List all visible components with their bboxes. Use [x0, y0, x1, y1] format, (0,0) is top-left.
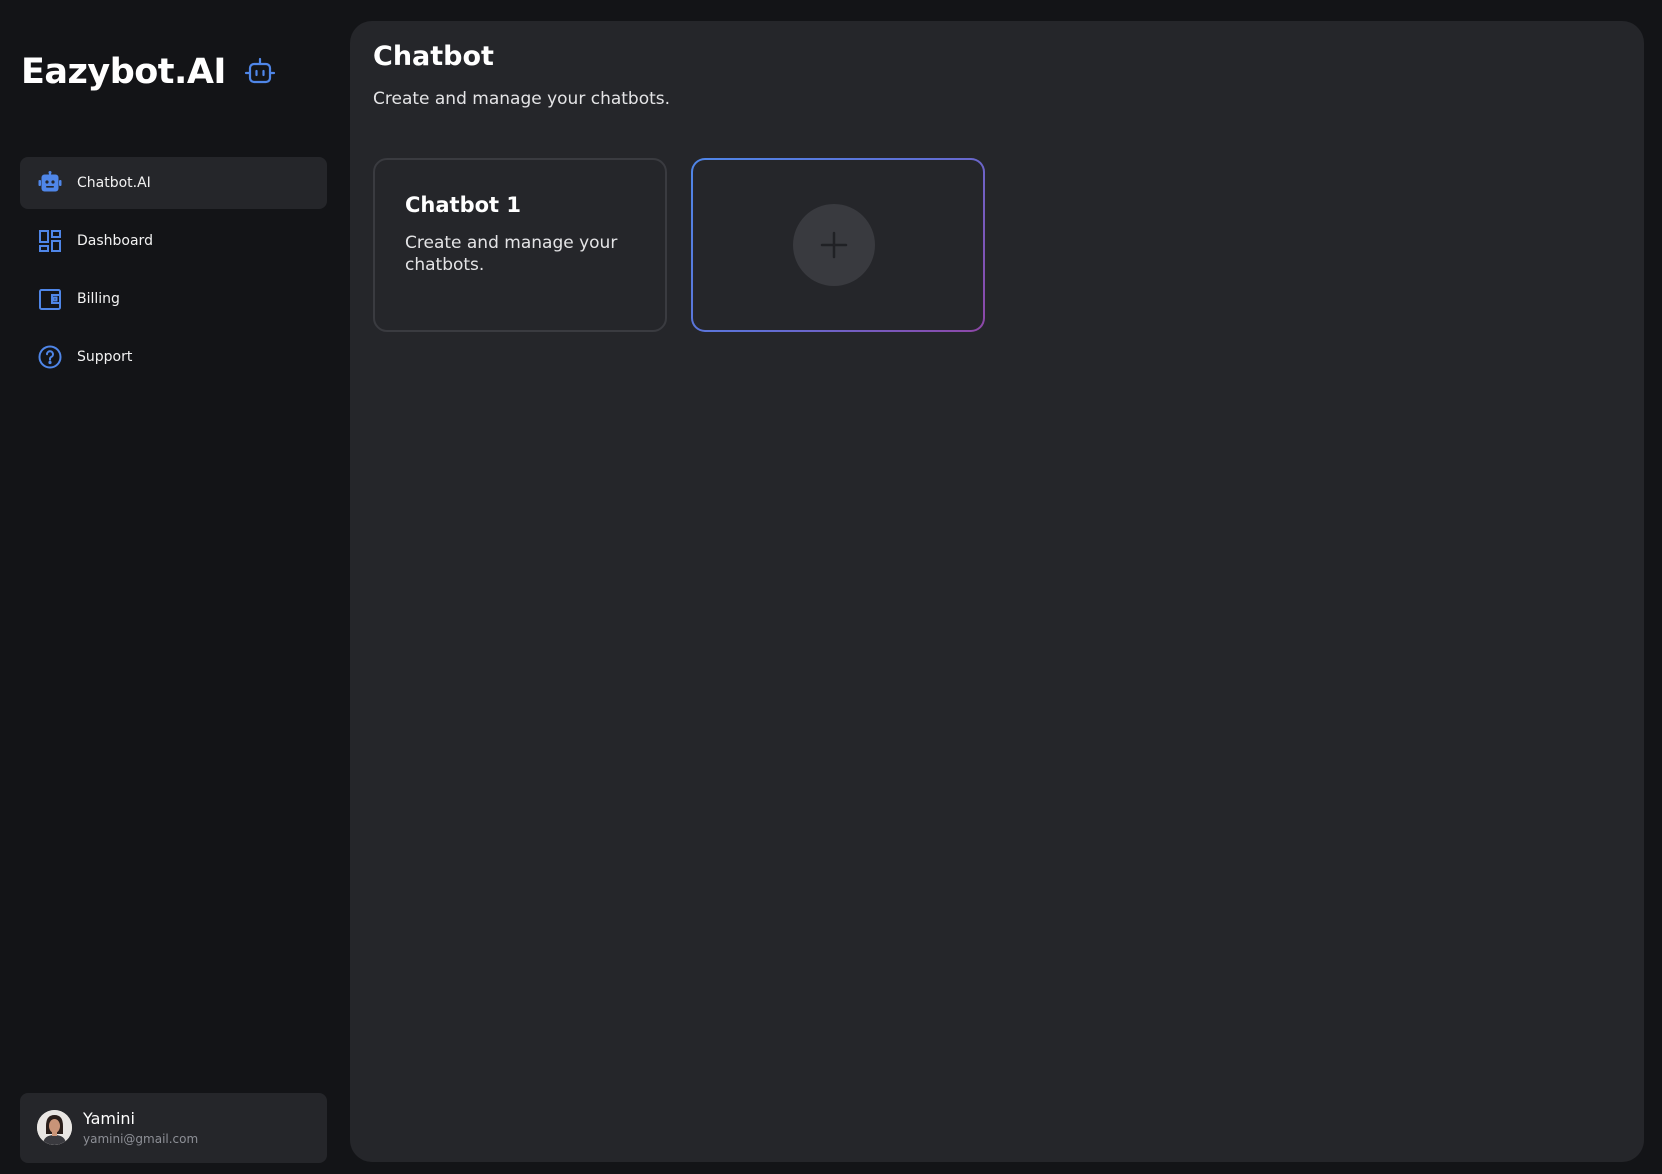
add-chatbot-card-body: [693, 160, 983, 330]
chatbot-card-title: Chatbot 1: [405, 193, 521, 217]
avatar: [37, 1110, 72, 1145]
brand[interactable]: Eazybot.AI: [21, 48, 276, 96]
user-profile-card[interactable]: Yamini yamini@gmail.com: [20, 1093, 327, 1163]
user-email: yamini@gmail.com: [83, 1132, 199, 1146]
page-title: Chatbot: [373, 41, 494, 72]
add-chatbot-card[interactable]: [691, 158, 985, 332]
dashboard-icon: [38, 229, 62, 253]
help-circle-icon: [38, 345, 62, 369]
user-name: Yamini: [83, 1109, 135, 1128]
brand-name: Eazybot.AI: [21, 52, 226, 92]
page-subtitle: Create and manage your chatbots.: [373, 89, 671, 109]
sidebar-item-label: Chatbot.AI: [77, 175, 151, 191]
sidebar-item-label: Dashboard: [77, 233, 153, 249]
chatbot-card-description: Create and manage your chatbots.: [405, 233, 618, 275]
main-panel: Chatbot Create and manage your chatbots.…: [350, 21, 1644, 1162]
plus-icon: [820, 231, 848, 259]
sidebar-item-label: Support: [77, 349, 133, 365]
robot-icon: [38, 171, 62, 195]
sidebar: Eazybot.AI Chatbot.AI Dashboard Billing …: [0, 0, 350, 1174]
sidebar-item-billing[interactable]: Billing: [20, 273, 327, 325]
add-chatbot-button[interactable]: [793, 204, 875, 286]
sidebar-item-label: Billing: [77, 291, 120, 307]
sidebar-item-support[interactable]: Support: [20, 331, 327, 383]
sidebar-nav: Chatbot.AI Dashboard Billing Support: [20, 157, 327, 389]
sidebar-item-dashboard[interactable]: Dashboard: [20, 215, 327, 267]
sidebar-item-chatbot-ai[interactable]: Chatbot.AI: [20, 157, 327, 209]
robot-icon: [244, 56, 276, 88]
wallet-icon: [38, 287, 62, 311]
chatbot-card[interactable]: Chatbot 1 Create and manage your chatbot…: [373, 158, 667, 332]
